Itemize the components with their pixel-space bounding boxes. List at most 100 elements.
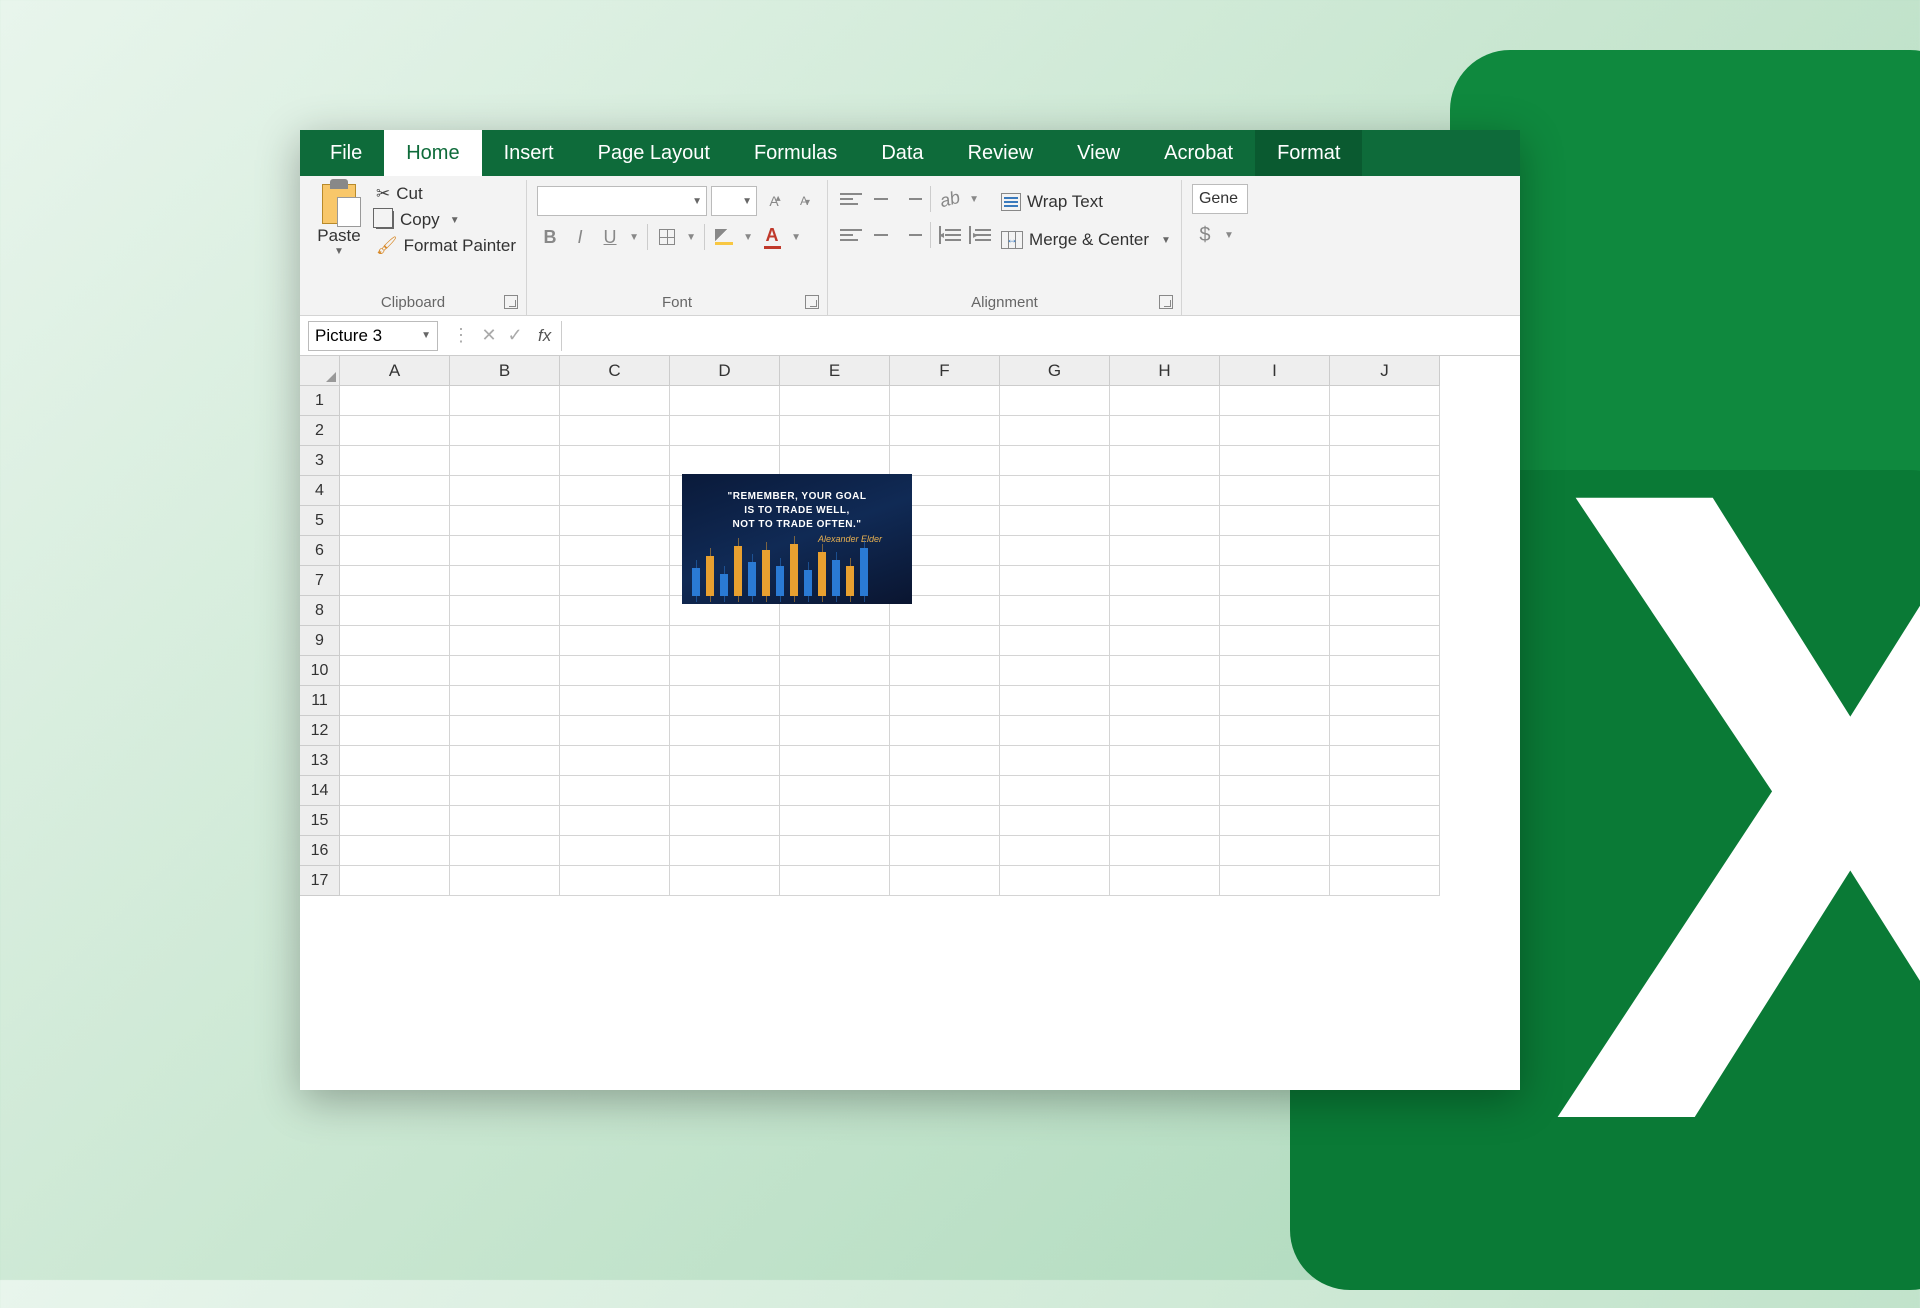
cell-I16[interactable] xyxy=(1220,836,1330,866)
cell-I6[interactable] xyxy=(1220,536,1330,566)
tab-insert[interactable]: Insert xyxy=(482,130,576,176)
cell-H11[interactable] xyxy=(1110,686,1220,716)
cell-H15[interactable] xyxy=(1110,806,1220,836)
cell-J3[interactable] xyxy=(1330,446,1440,476)
row-header-6[interactable]: 6 xyxy=(300,536,340,566)
decrease-indent-button[interactable] xyxy=(937,220,963,250)
row-header-7[interactable]: 7 xyxy=(300,566,340,596)
cell-G9[interactable] xyxy=(1000,626,1110,656)
cell-I11[interactable] xyxy=(1220,686,1330,716)
formula-input[interactable] xyxy=(561,321,1520,351)
cell-I4[interactable] xyxy=(1220,476,1330,506)
increase-font-button[interactable]: A xyxy=(761,186,787,216)
cell-G13[interactable] xyxy=(1000,746,1110,776)
row-header-3[interactable]: 3 xyxy=(300,446,340,476)
cell-A9[interactable] xyxy=(340,626,450,656)
font-size-combo[interactable]: ▼ xyxy=(711,186,757,216)
column-header-G[interactable]: G xyxy=(1000,356,1110,386)
cell-D16[interactable] xyxy=(670,836,780,866)
cell-I7[interactable] xyxy=(1220,566,1330,596)
cell-B6[interactable] xyxy=(450,536,560,566)
cell-G2[interactable] xyxy=(1000,416,1110,446)
cell-C11[interactable] xyxy=(560,686,670,716)
cell-C1[interactable] xyxy=(560,386,670,416)
cell-B16[interactable] xyxy=(450,836,560,866)
format-painter-button[interactable]: 🖌Format Painter xyxy=(376,236,516,256)
column-header-B[interactable]: B xyxy=(450,356,560,386)
cell-B4[interactable] xyxy=(450,476,560,506)
cell-A10[interactable] xyxy=(340,656,450,686)
cell-B5[interactable] xyxy=(450,506,560,536)
row-header-17[interactable]: 17 xyxy=(300,866,340,896)
cell-J7[interactable] xyxy=(1330,566,1440,596)
name-box[interactable]: Picture 3 ▼ xyxy=(308,321,438,351)
cell-J16[interactable] xyxy=(1330,836,1440,866)
align-right-button[interactable] xyxy=(898,220,924,250)
column-header-A[interactable]: A xyxy=(340,356,450,386)
cell-B10[interactable] xyxy=(450,656,560,686)
cell-B3[interactable] xyxy=(450,446,560,476)
tab-home[interactable]: Home xyxy=(384,130,481,176)
font-color-dropdown[interactable]: ▼ xyxy=(789,222,803,252)
cell-B8[interactable] xyxy=(450,596,560,626)
row-header-9[interactable]: 9 xyxy=(300,626,340,656)
cell-C13[interactable] xyxy=(560,746,670,776)
align-left-button[interactable] xyxy=(838,220,864,250)
fill-color-dropdown[interactable]: ▼ xyxy=(741,222,755,252)
cell-G10[interactable] xyxy=(1000,656,1110,686)
currency-dropdown[interactable]: ▼ xyxy=(1222,220,1236,250)
cell-J10[interactable] xyxy=(1330,656,1440,686)
underline-button[interactable]: U xyxy=(597,222,623,252)
fill-color-button[interactable] xyxy=(711,222,737,252)
cell-J13[interactable] xyxy=(1330,746,1440,776)
cell-D13[interactable] xyxy=(670,746,780,776)
cell-E10[interactable] xyxy=(780,656,890,686)
cell-H14[interactable] xyxy=(1110,776,1220,806)
cell-I13[interactable] xyxy=(1220,746,1330,776)
cell-A13[interactable] xyxy=(340,746,450,776)
cell-I3[interactable] xyxy=(1220,446,1330,476)
cell-G12[interactable] xyxy=(1000,716,1110,746)
cell-J6[interactable] xyxy=(1330,536,1440,566)
cell-C2[interactable] xyxy=(560,416,670,446)
cell-C16[interactable] xyxy=(560,836,670,866)
cell-F17[interactable] xyxy=(890,866,1000,896)
cell-C4[interactable] xyxy=(560,476,670,506)
cell-G16[interactable] xyxy=(1000,836,1110,866)
row-header-10[interactable]: 10 xyxy=(300,656,340,686)
cell-J8[interactable] xyxy=(1330,596,1440,626)
cell-G11[interactable] xyxy=(1000,686,1110,716)
cell-E17[interactable] xyxy=(780,866,890,896)
cell-H12[interactable] xyxy=(1110,716,1220,746)
decrease-font-button[interactable]: A xyxy=(791,186,817,216)
cell-B15[interactable] xyxy=(450,806,560,836)
paste-button[interactable]: Paste ▼ xyxy=(310,184,368,288)
cell-H13[interactable] xyxy=(1110,746,1220,776)
row-header-1[interactable]: 1 xyxy=(300,386,340,416)
cell-F9[interactable] xyxy=(890,626,1000,656)
currency-button[interactable]: $ xyxy=(1192,220,1218,250)
cell-H6[interactable] xyxy=(1110,536,1220,566)
orientation-dropdown[interactable]: ▼ xyxy=(967,184,981,214)
paste-dropdown-icon[interactable]: ▼ xyxy=(334,246,344,257)
cell-J4[interactable] xyxy=(1330,476,1440,506)
cell-I12[interactable] xyxy=(1220,716,1330,746)
merge-center-button[interactable]: Merge & Center▼ xyxy=(1001,224,1171,256)
cell-E1[interactable] xyxy=(780,386,890,416)
cell-C9[interactable] xyxy=(560,626,670,656)
tab-file[interactable]: File xyxy=(308,130,384,176)
cell-A14[interactable] xyxy=(340,776,450,806)
cell-B12[interactable] xyxy=(450,716,560,746)
cell-A1[interactable] xyxy=(340,386,450,416)
cell-G8[interactable] xyxy=(1000,596,1110,626)
cell-G15[interactable] xyxy=(1000,806,1110,836)
cell-C3[interactable] xyxy=(560,446,670,476)
cell-D17[interactable] xyxy=(670,866,780,896)
cell-A2[interactable] xyxy=(340,416,450,446)
cell-C17[interactable] xyxy=(560,866,670,896)
font-name-combo[interactable]: ▼ xyxy=(537,186,707,216)
column-header-J[interactable]: J xyxy=(1330,356,1440,386)
row-header-5[interactable]: 5 xyxy=(300,506,340,536)
borders-dropdown[interactable]: ▼ xyxy=(684,222,698,252)
cell-B1[interactable] xyxy=(450,386,560,416)
